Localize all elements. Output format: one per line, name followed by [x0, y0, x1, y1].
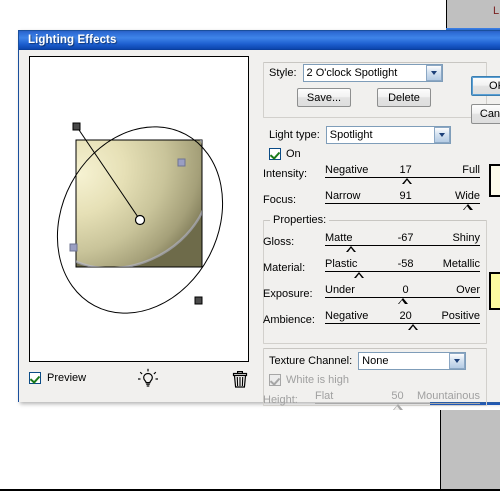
style-combobox[interactable]: 2 O'clock Spotlight: [302, 64, 443, 82]
white-is-high-checkbox[interactable]: [269, 374, 281, 386]
dialog-titlebar[interactable]: Lighting Effects: [19, 31, 500, 50]
material-thumb[interactable]: [354, 272, 365, 278]
chevron-down-icon[interactable]: [425, 65, 442, 81]
material-slider[interactable]: Plastic -58 Metallic: [325, 258, 480, 278]
focus-value: 91: [399, 190, 412, 202]
material-label: Material:: [263, 262, 306, 274]
intensity-max-label: Full: [462, 164, 480, 176]
ambience-max-label: Positive: [441, 310, 480, 322]
preview-canvas[interactable]: [29, 56, 249, 362]
white-is-high-row: White is high: [269, 374, 349, 386]
delete-button[interactable]: Delete: [377, 88, 431, 107]
focus-slider[interactable]: Narrow 91 Wide: [325, 190, 480, 210]
height-label: Height:: [263, 394, 298, 406]
height-thumb[interactable]: [392, 404, 403, 410]
white-is-high-label: White is high: [286, 374, 349, 386]
gloss-slider-row: Gloss: Matte -67 Shiny: [263, 232, 485, 254]
texture-channel-combobox[interactable]: None: [358, 352, 467, 370]
preview-checkbox-label: Preview: [47, 372, 87, 384]
lighting-effects-dialog: Lighting Effects Preview Style: 2 O'cloc…: [18, 30, 500, 410]
ambience-thumb[interactable]: [408, 324, 419, 330]
dialog-body: Preview Style: 2 O'clock Spotlight Save.…: [19, 50, 500, 410]
light-type-value: Spotlight: [329, 129, 373, 141]
texture-channel-row: Texture Channel: None: [269, 352, 485, 370]
focus-slider-row: Focus: Narrow 91 Wide: [263, 190, 485, 212]
intensity-slider-row: Intensity: Negative 17 Full: [263, 164, 485, 186]
material-min-label: Plastic: [325, 258, 358, 270]
background-divider-line: [0, 489, 500, 491]
style-label: Style:: [269, 67, 297, 79]
ambience-track-line: [325, 323, 480, 324]
focus-thumb[interactable]: [462, 204, 473, 210]
intensity-min-label: Negative: [325, 164, 369, 176]
gloss-min-label: Matte: [325, 232, 353, 244]
height-slider-row: Height: Flat 50 Mountainous: [263, 390, 485, 412]
intensity-thumb[interactable]: [402, 178, 413, 184]
exposure-max-label: Over: [456, 284, 480, 296]
light-type-label: Light type:: [269, 129, 320, 141]
material-value: -58: [397, 258, 414, 270]
intensity-label: Intensity:: [263, 168, 308, 180]
light-on-row: On: [269, 148, 301, 160]
gloss-value: -67: [397, 232, 414, 244]
exposure-label: Exposure:: [263, 288, 313, 300]
intensity-value: 17: [399, 164, 412, 176]
background-window-label: L: [493, 5, 500, 17]
ok-button[interactable]: OK: [471, 76, 500, 96]
material-track-line: [325, 271, 480, 272]
ambience-color-swatch[interactable]: [489, 272, 500, 310]
gloss-slider[interactable]: Matte -67 Shiny: [325, 232, 480, 252]
save-button[interactable]: Save...: [297, 88, 351, 107]
height-value: 50: [391, 390, 404, 402]
gloss-max-label: Shiny: [452, 232, 480, 244]
trash-icon[interactable]: [231, 369, 249, 389]
ambience-value: 20: [399, 310, 412, 322]
cancel-button[interactable]: Cancel: [471, 104, 500, 124]
texture-channel-label: Texture Channel:: [269, 355, 353, 367]
intensity-slider[interactable]: Negative 17 Full: [325, 164, 480, 184]
dialog-title: Lighting Effects: [28, 34, 117, 46]
preview-toolbar: Preview: [29, 366, 251, 390]
preview-column: Preview: [29, 56, 251, 396]
exposure-slider-row: Exposure: Under 0 Over: [263, 284, 485, 306]
ambience-min-label: Negative: [325, 310, 369, 322]
material-max-label: Metallic: [442, 258, 480, 270]
preview-render: [56, 122, 224, 314]
light-on-checkbox[interactable]: [269, 148, 281, 160]
style-value: 2 O'clock Spotlight: [306, 67, 398, 79]
light-color-swatch[interactable]: [489, 164, 500, 197]
lightbulb-icon[interactable]: [137, 368, 159, 390]
light-type-row: Light type: Spotlight: [269, 126, 485, 144]
exposure-value: 0: [402, 284, 409, 296]
texture-channel-value: None: [362, 355, 389, 367]
gloss-thumb[interactable]: [346, 246, 357, 252]
ambience-label: Ambience:: [263, 314, 315, 326]
light-type-combobox[interactable]: Spotlight: [325, 126, 451, 144]
focus-min-label: Narrow: [325, 190, 361, 202]
light-on-label: On: [286, 148, 301, 160]
height-min-label: Flat: [315, 390, 334, 402]
exposure-min-label: Under: [325, 284, 355, 296]
focus-max-label: Wide: [454, 190, 480, 202]
ambience-slider[interactable]: Negative 20 Positive: [325, 310, 480, 330]
style-row: Style: 2 O'clock Spotlight: [269, 64, 479, 82]
background-window-panel-bottom: [440, 410, 500, 490]
focus-label: Focus:: [263, 194, 297, 206]
preview-checkbox[interactable]: [29, 372, 41, 384]
height-slider[interactable]: Flat 50 Mountainous: [315, 390, 480, 410]
gloss-label: Gloss:: [263, 236, 295, 248]
chevron-down-icon[interactable]: [433, 127, 450, 143]
ambience-slider-row: Ambience: Negative 20 Positive: [263, 310, 485, 332]
chevron-down-icon[interactable]: [449, 353, 466, 369]
properties-group-title: Properties:: [270, 214, 330, 226]
height-max-label: Mountainous: [417, 390, 480, 402]
focus-track-line: [325, 203, 480, 204]
exposure-thumb[interactable]: [397, 298, 408, 304]
material-slider-row: Material: Plastic -58 Metallic: [263, 258, 485, 280]
exposure-slider[interactable]: Under 0 Over: [325, 284, 480, 304]
